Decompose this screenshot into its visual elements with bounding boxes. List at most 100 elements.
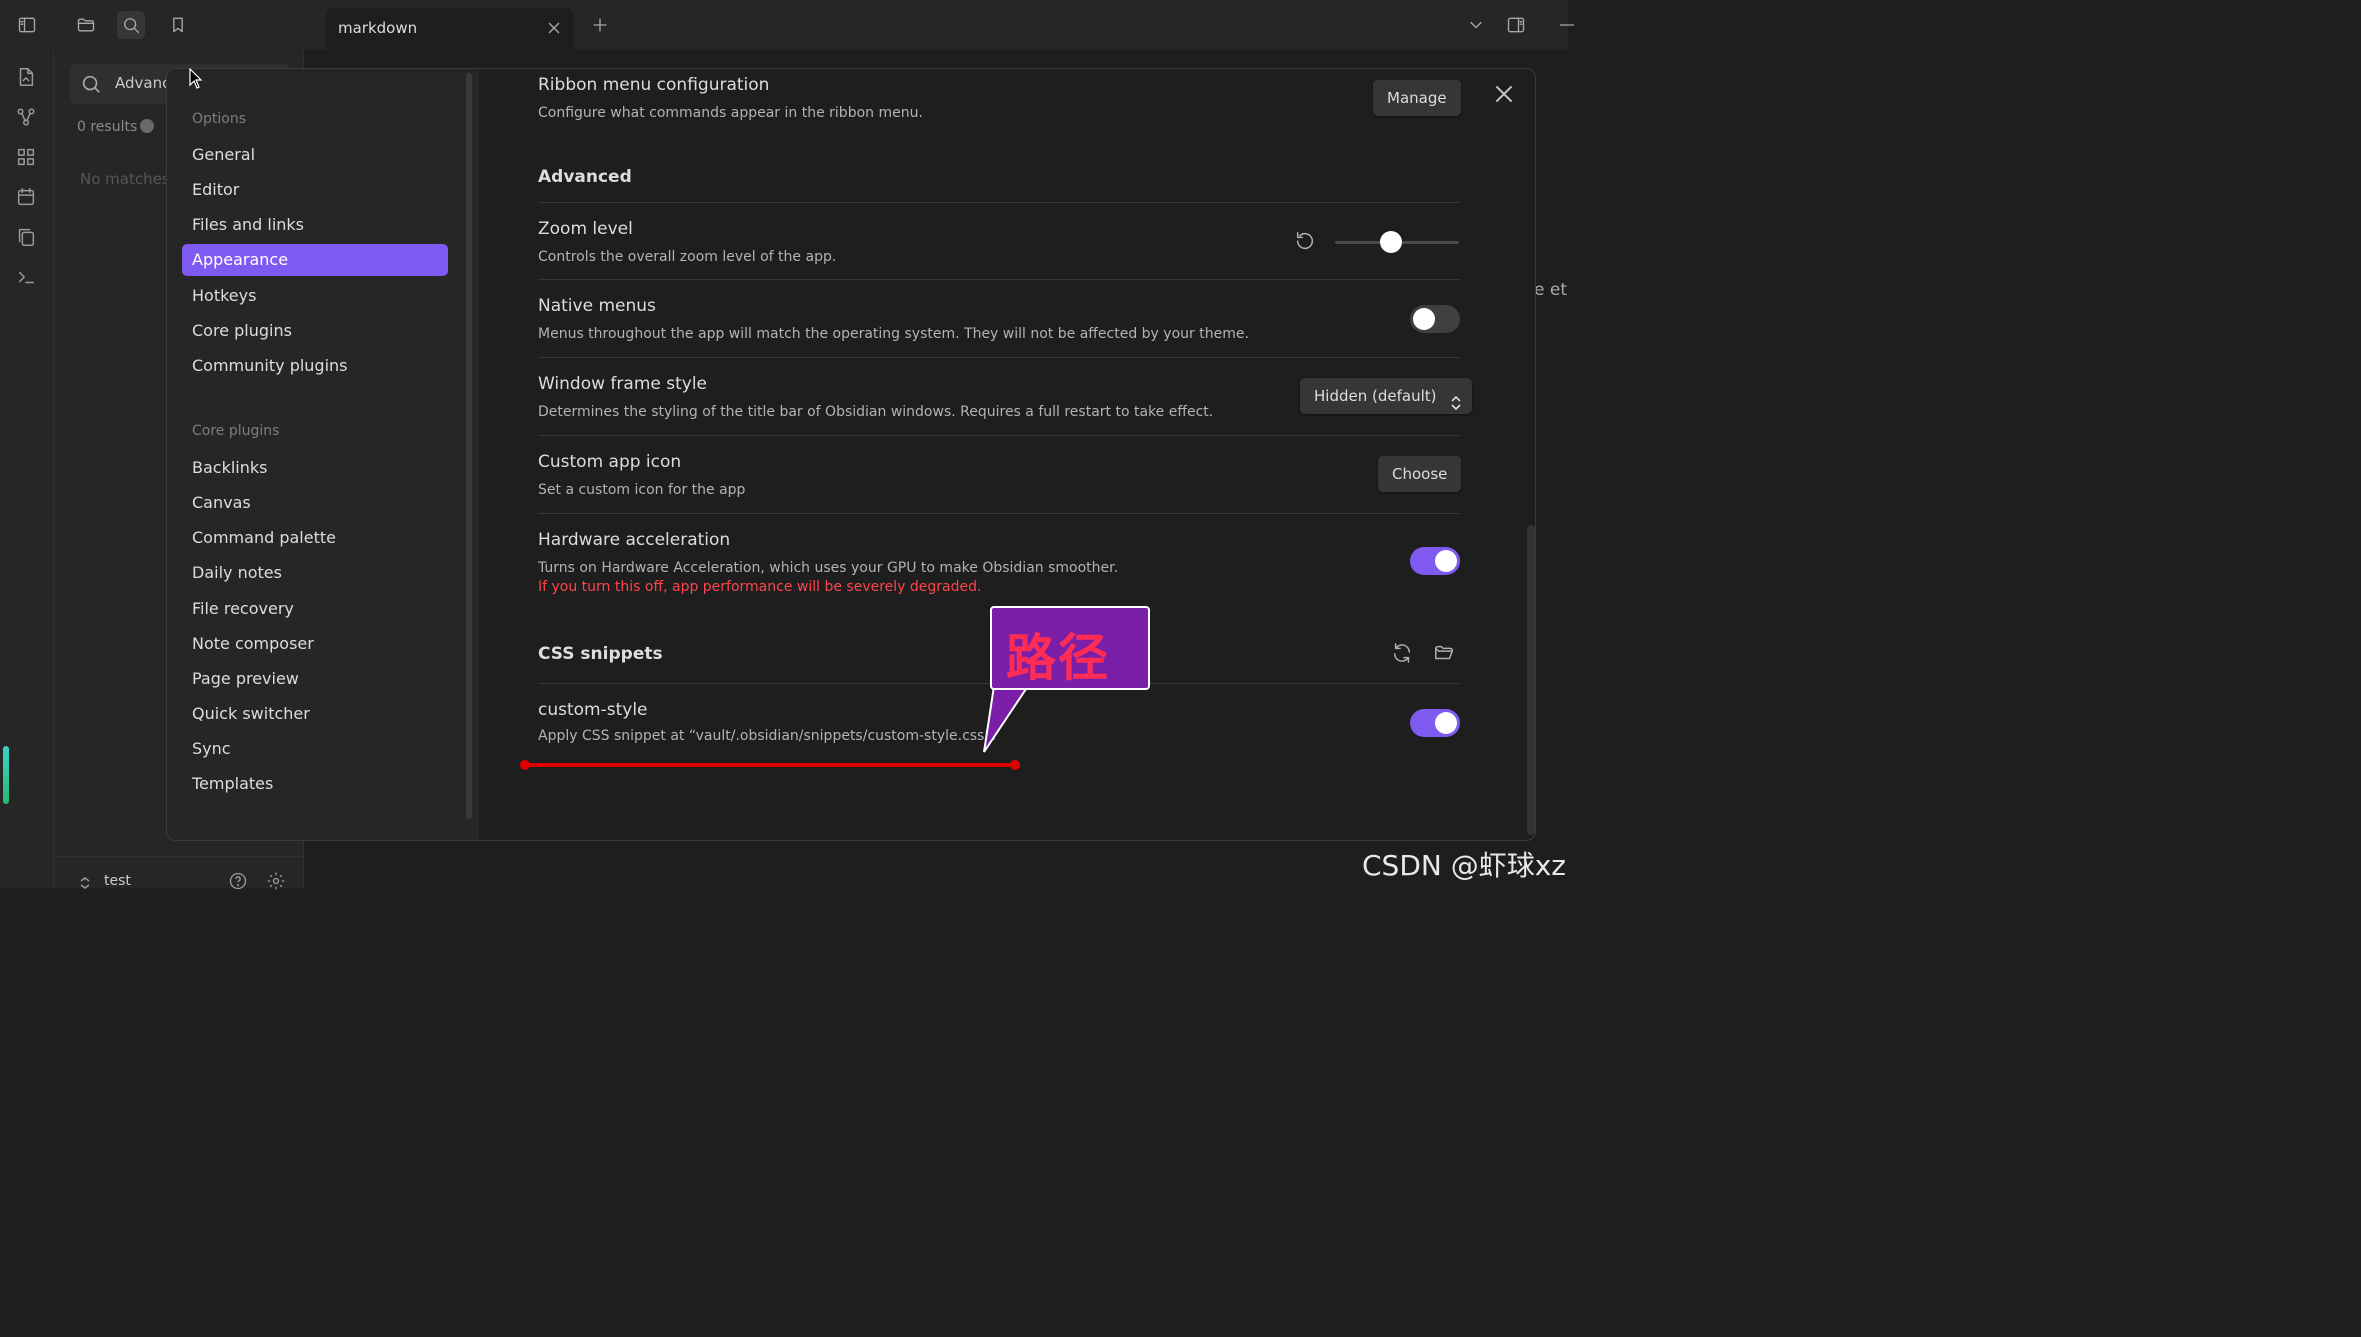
nav-item-quick-switcher[interactable]: Quick switcher bbox=[182, 698, 448, 730]
setting-name: Native menus bbox=[538, 296, 656, 316]
title-bar: markdown bbox=[0, 0, 1574, 50]
results-count: 0 results bbox=[77, 119, 138, 135]
chevron-down-icon[interactable] bbox=[1462, 11, 1490, 39]
close-icon[interactable] bbox=[544, 18, 564, 38]
setting-description: Determines the styling of the title bar … bbox=[538, 404, 1214, 420]
watermark: CSDN @虾球xz bbox=[1362, 849, 1566, 882]
terminal-icon[interactable] bbox=[15, 266, 39, 290]
select-value: Hidden (default) bbox=[1314, 387, 1437, 405]
vault-switcher: test bbox=[54, 856, 304, 891]
core-plugins-heading: Core plugins bbox=[192, 423, 280, 439]
setting-name: custom-style bbox=[538, 700, 648, 720]
search-icon bbox=[80, 73, 102, 95]
nav-item-canvas[interactable]: Canvas bbox=[182, 487, 448, 519]
nav-item-backlinks[interactable]: Backlinks bbox=[182, 452, 448, 484]
search-query: Advanc bbox=[115, 74, 171, 92]
setting-hardware-acceleration: Hardware acceleration Turns on Hardware … bbox=[538, 513, 1460, 603]
css-snippets-heading: CSS snippets bbox=[538, 644, 663, 664]
setting-description: Apply CSS snippet at “vault/.obsidian/sn… bbox=[538, 728, 997, 744]
nav-item-general[interactable]: General bbox=[182, 139, 448, 171]
nav-item-core-plugins[interactable]: Core plugins bbox=[182, 315, 448, 347]
nav-item-editor[interactable]: Editor bbox=[182, 174, 448, 206]
nav-item-command-palette[interactable]: Command palette bbox=[182, 522, 448, 554]
right-sidebar-toggle-icon[interactable] bbox=[1502, 11, 1530, 39]
annotation-dot-end bbox=[1010, 760, 1020, 770]
nav-item-appearance[interactable]: Appearance bbox=[182, 244, 448, 276]
annotation-callout: 路径 bbox=[990, 606, 1150, 690]
reset-icon[interactable] bbox=[1294, 230, 1316, 252]
zoom-slider-handle[interactable] bbox=[1379, 231, 1402, 253]
toggle-knob bbox=[1435, 712, 1457, 734]
callout-pointer bbox=[983, 686, 1030, 753]
setting-native-menus: Native menus Menus throughout the app wi… bbox=[538, 279, 1460, 357]
custom-style-toggle[interactable] bbox=[1410, 709, 1460, 737]
content-scrollbar[interactable] bbox=[1527, 525, 1535, 835]
nav-item-hotkeys[interactable]: Hotkeys bbox=[182, 280, 448, 312]
copy-icon[interactable] bbox=[15, 226, 39, 250]
mouse-cursor-icon bbox=[189, 68, 203, 89]
setting-description: Menus throughout the app will match the … bbox=[538, 326, 1249, 342]
setting-warning: If you turn this off, app performance wi… bbox=[538, 579, 982, 595]
tab-markdown[interactable]: markdown bbox=[326, 8, 574, 50]
setting-zoom-level: Zoom level Controls the overall zoom lev… bbox=[538, 202, 1460, 279]
dashboard-icon[interactable] bbox=[15, 146, 39, 170]
close-icon[interactable] bbox=[1491, 81, 1517, 107]
sync-status-bar bbox=[3, 746, 9, 804]
setting-name: Hardware acceleration bbox=[538, 530, 731, 550]
callout-text: 路径 bbox=[1006, 629, 1110, 687]
help-icon[interactable] bbox=[228, 871, 248, 891]
search-icon[interactable] bbox=[117, 11, 145, 39]
nav-item-note-composer[interactable]: Note composer bbox=[182, 628, 448, 660]
open-folder-icon[interactable] bbox=[1433, 642, 1455, 664]
vault-name[interactable]: test bbox=[104, 873, 131, 889]
chevron-updown-icon bbox=[1450, 388, 1462, 411]
chevron-updown-icon[interactable] bbox=[78, 875, 92, 889]
settings-nav: Options General Editor Files and links A… bbox=[167, 69, 479, 840]
annotation-underline bbox=[524, 763, 1016, 767]
nav-item-file-recovery[interactable]: File recovery bbox=[182, 593, 448, 625]
sidebar-toggle-icon[interactable] bbox=[13, 11, 41, 39]
setting-name: Ribbon menu configuration bbox=[538, 75, 770, 95]
minimize-icon[interactable] bbox=[1550, 11, 1578, 39]
bookmark-icon[interactable] bbox=[164, 11, 192, 39]
nav-item-daily-notes[interactable]: Daily notes bbox=[182, 557, 448, 589]
nav-item-sync[interactable]: Sync bbox=[182, 733, 448, 765]
gear-icon[interactable] bbox=[266, 871, 286, 891]
setting-ribbon-menu: Ribbon menu configuration Configure what… bbox=[538, 73, 1460, 133]
more-options-icon[interactable] bbox=[140, 119, 154, 133]
setting-description: Controls the overall zoom level of the a… bbox=[538, 249, 837, 265]
setting-custom-app-icon: Custom app icon Set a custom icon for th… bbox=[538, 435, 1460, 513]
left-ribbon bbox=[0, 50, 54, 888]
options-heading: Options bbox=[192, 111, 247, 127]
settings-modal: Options General Editor Files and links A… bbox=[166, 68, 1536, 841]
nav-item-page-preview[interactable]: Page preview bbox=[182, 663, 448, 695]
toggle-knob bbox=[1435, 550, 1457, 572]
setting-description: Set a custom icon for the app bbox=[538, 482, 746, 498]
nav-item-files-and-links[interactable]: Files and links bbox=[182, 209, 448, 241]
choose-button[interactable]: Choose bbox=[1378, 456, 1462, 492]
tab-title: markdown bbox=[338, 19, 418, 37]
annotation-dot-start bbox=[520, 760, 530, 770]
hardware-acceleration-toggle[interactable] bbox=[1410, 547, 1460, 575]
new-tab-icon[interactable] bbox=[586, 11, 614, 39]
setting-name: Zoom level bbox=[538, 219, 633, 239]
setting-name: Custom app icon bbox=[538, 452, 682, 472]
background-editor-text: e et bbox=[1534, 280, 1567, 300]
graph-icon[interactable] bbox=[15, 106, 39, 130]
nav-item-community-plugins[interactable]: Community plugins bbox=[182, 350, 448, 382]
nav-scrollbar[interactable] bbox=[466, 73, 472, 819]
manage-button[interactable]: Manage bbox=[1373, 80, 1461, 116]
nav-item-templates[interactable]: Templates bbox=[182, 768, 448, 800]
window-frame-select[interactable]: Hidden (default) bbox=[1300, 378, 1473, 414]
setting-name: Window frame style bbox=[538, 374, 708, 394]
native-menus-toggle[interactable] bbox=[1410, 305, 1460, 333]
toggle-knob bbox=[1413, 308, 1435, 330]
reload-icon[interactable] bbox=[1391, 642, 1413, 664]
setting-description: Configure what commands appear in the ri… bbox=[538, 105, 923, 121]
advanced-heading: Advanced bbox=[538, 167, 632, 187]
calendar-icon[interactable] bbox=[15, 186, 39, 210]
folder-icon[interactable] bbox=[72, 11, 100, 39]
setting-description: Turns on Hardware Acceleration, which us… bbox=[538, 560, 1119, 576]
file-plus-icon[interactable] bbox=[15, 66, 39, 90]
no-matches-text: No matches bbox=[80, 170, 170, 188]
